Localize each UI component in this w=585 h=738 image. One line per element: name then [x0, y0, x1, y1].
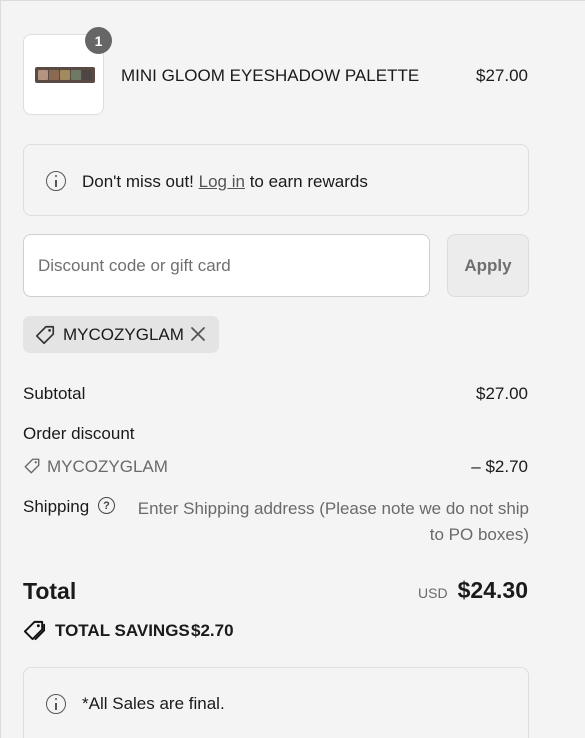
sales-final-notice: *All Sales are final.: [23, 667, 529, 738]
shipping-note-line: to PO boxes): [429, 525, 529, 544]
palette-swatch: [38, 70, 48, 80]
product-name: MINI GLOOM EYESHADOW PALETTE: [121, 66, 420, 85]
order-discount-value: – $2.70: [471, 457, 528, 476]
rewards-notice-text: Don't miss out! Log in to earn rewards: [82, 172, 368, 192]
rewards-suffix: to earn rewards: [249, 172, 368, 191]
shipping-note-line: Enter Shipping address (Please note we d…: [137, 499, 529, 518]
palette-swatch: [82, 70, 92, 80]
quantity-badge: 1: [85, 27, 112, 54]
help-icon[interactable]: ?: [98, 497, 115, 514]
total-savings-amount: $2.70: [191, 621, 234, 640]
palette-swatch: [49, 70, 59, 80]
applied-discount-code: MYCOZYGLAM: [63, 325, 184, 344]
shipping-note: Enter Shipping address (Please note we d…: [129, 496, 529, 548]
info-icon: [46, 694, 66, 714]
info-icon: [46, 171, 66, 191]
sales-final-text: *All Sales are final.: [82, 694, 225, 713]
palette-swatch: [71, 70, 81, 80]
close-icon[interactable]: [188, 324, 208, 344]
discount-code-input[interactable]: [23, 234, 430, 297]
total-currency: USD: [418, 585, 448, 601]
savings-tag-icon: [23, 620, 46, 641]
total-savings-label: TOTAL SAVINGS: [55, 621, 190, 640]
total-label: Total: [23, 578, 77, 604]
subtotal-label: Subtotal: [23, 384, 86, 403]
rewards-notice: Don't miss out! Log in to earn rewards: [23, 144, 529, 216]
tag-icon: [35, 325, 55, 345]
apply-button[interactable]: Apply: [447, 234, 529, 297]
eyeshadow-palette-image: [35, 67, 95, 83]
palette-swatch: [60, 70, 70, 80]
tag-icon: [24, 458, 40, 474]
total-amount: $24.30: [457, 577, 528, 603]
product-price: $27.00: [476, 66, 528, 85]
rewards-prefix: Don't miss out!: [82, 172, 194, 191]
applied-discount-chip: MYCOZYGLAM: [23, 316, 219, 353]
subtotal-value: $27.00: [476, 384, 528, 403]
login-link[interactable]: Log in: [199, 172, 245, 191]
shipping-label: Shipping: [23, 497, 90, 516]
order-discount-label: Order discount: [23, 424, 135, 443]
order-discount-code: MYCOZYGLAM: [47, 457, 168, 476]
